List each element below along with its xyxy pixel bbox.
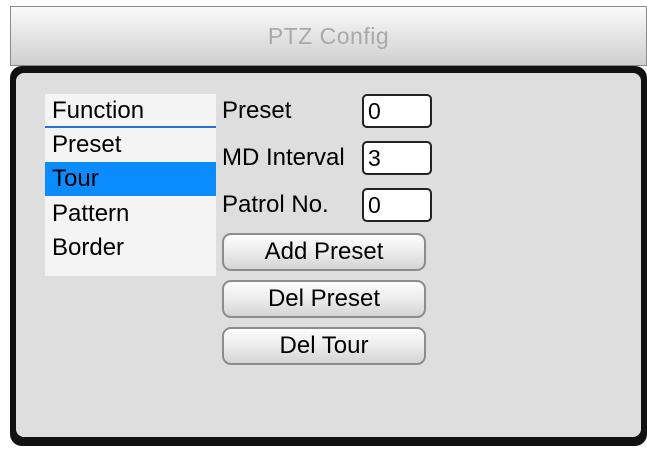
title-bar: PTZ Config	[10, 6, 647, 66]
config-panel: Function Preset Tour Pattern Border Pres…	[16, 73, 641, 437]
menu-item-tour[interactable]: Tour	[45, 162, 216, 196]
window-title: PTZ Config	[267, 22, 390, 49]
patrol-no-label: Patrol No.	[222, 191, 329, 218]
add-preset-button[interactable]: Add Preset	[222, 233, 426, 271]
menu-item-preset[interactable]: Preset	[45, 128, 216, 162]
preset-label: Preset	[222, 97, 292, 124]
del-preset-button[interactable]: Del Preset	[222, 280, 426, 318]
config-panel-frame: Function Preset Tour Pattern Border Pres…	[10, 66, 647, 446]
ptz-config-window: PTZ Config Function Preset Tour Pattern …	[10, 6, 647, 446]
md-interval-field[interactable]: 3	[362, 141, 432, 175]
menu-item-pattern[interactable]: Pattern	[45, 197, 216, 231]
patrol-no-field[interactable]: 0	[362, 188, 432, 222]
md-interval-label: MD Interval	[222, 144, 345, 171]
menu-header-function: Function	[45, 94, 216, 128]
preset-field[interactable]: 0	[362, 94, 432, 128]
menu-item-border[interactable]: Border	[45, 231, 216, 265]
function-menu: Function Preset Tour Pattern Border	[45, 94, 216, 276]
del-tour-button[interactable]: Del Tour	[222, 327, 426, 365]
